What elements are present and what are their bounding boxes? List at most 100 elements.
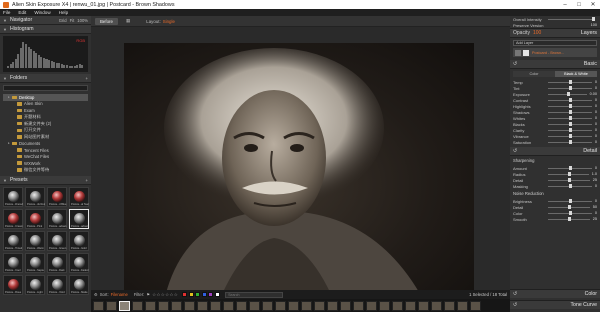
filmstrip-thumbnail[interactable] xyxy=(119,300,130,311)
filmstrip-thumbnail[interactable] xyxy=(444,300,455,311)
adjustment-value[interactable]: 50 xyxy=(593,205,597,209)
settings-icon[interactable]: ⚙ xyxy=(94,292,98,297)
navigator-fit[interactable]: Fit xyxy=(70,18,75,23)
slider-handle[interactable] xyxy=(569,116,573,120)
filmstrip-thumbnail[interactable] xyxy=(93,300,104,311)
collapse-triangle-icon[interactable]: ▼ xyxy=(3,76,7,81)
navigator-header[interactable]: ▼ Navigator Grid Fit 100% xyxy=(0,16,91,25)
preserve-version-row[interactable]: Preserve Version 100 xyxy=(510,22,600,28)
filmstrip-thumbnail[interactable] xyxy=(275,300,286,311)
filmstrip-thumbnail[interactable] xyxy=(405,300,416,311)
filmstrip-thumbnail[interactable] xyxy=(301,300,312,311)
preset-thumbnail[interactable]: Postca...Cream xyxy=(3,209,23,230)
adjustment-value[interactable]: 0 xyxy=(595,110,597,114)
preset-thumbnail[interactable]: Postca...adows xyxy=(47,209,67,230)
preset-thumbnail[interactable]: Postca...Dark xyxy=(47,253,67,274)
preset-thumbnail[interactable]: Postca...Pink xyxy=(25,209,45,230)
filmstrip-thumbnail[interactable] xyxy=(262,300,273,311)
folder-item[interactable]: 开题材料 xyxy=(3,114,88,121)
preset-thumbnail[interactable]: Postca...al Teal xyxy=(69,187,89,208)
tab-color[interactable]: Color xyxy=(513,71,555,77)
slider-handle[interactable] xyxy=(569,184,573,188)
slider-handle[interactable] xyxy=(568,205,572,209)
color-label-chip[interactable] xyxy=(188,292,194,297)
adjustment-slider[interactable] xyxy=(548,205,590,209)
preset-thumbnail[interactable]: Postca...Gold xyxy=(69,231,89,252)
preset-thumbnail[interactable]: Postca...Tinted xyxy=(3,231,23,252)
preset-thumbnail[interactable]: Postca...Vivid xyxy=(47,275,67,296)
adjustment-value[interactable]: 0 xyxy=(595,140,597,144)
adjustment-value[interactable]: 0 xyxy=(595,166,597,170)
slider-handle[interactable] xyxy=(568,178,572,182)
adjustment-value[interactable]: 0 xyxy=(595,199,597,203)
histogram-header[interactable]: ▼ Histogram xyxy=(0,25,91,34)
layers-header[interactable]: Opacity 100 Layers xyxy=(510,29,600,38)
slider-handle[interactable] xyxy=(569,166,573,170)
preset-thumbnail[interactable]: Postca...ds Red xyxy=(25,187,45,208)
reset-icon[interactable]: ↺ xyxy=(513,291,517,297)
layer-mask[interactable] xyxy=(523,49,529,56)
filmstrip-search-input[interactable]: Search xyxy=(225,291,284,298)
color-label-chip[interactable] xyxy=(214,292,220,297)
color-label-chip[interactable] xyxy=(201,292,207,297)
preset-thumbnail[interactable]: Postca...adows xyxy=(69,209,89,230)
adjustment-slider[interactable] xyxy=(548,178,590,182)
slider-handle[interactable] xyxy=(566,92,570,96)
folder-item[interactable]: Tencent Files xyxy=(3,147,88,154)
adjustment-value[interactable]: 0.00 xyxy=(590,92,597,96)
slider-handle[interactable] xyxy=(569,98,573,102)
add-folder-icon[interactable]: + xyxy=(86,76,88,81)
filmstrip-thumbnail[interactable] xyxy=(223,300,234,311)
adjustment-value[interactable]: 25 xyxy=(593,178,597,182)
adjustment-slider[interactable] xyxy=(548,122,592,126)
folder-item[interactable]: ▸ Desktop xyxy=(3,94,88,101)
adjustment-slider[interactable] xyxy=(548,116,592,120)
filmstrip-thumbnail[interactable] xyxy=(314,300,325,311)
adjustment-slider[interactable] xyxy=(548,217,590,221)
adjustment-value[interactable]: 0 xyxy=(595,134,597,138)
filmstrip-thumbnail[interactable] xyxy=(236,300,247,311)
menu-edit[interactable]: Edit xyxy=(18,10,26,15)
adjustment-value[interactable]: 0 xyxy=(595,86,597,90)
folder-item[interactable]: Alien Skin xyxy=(3,101,88,108)
collapse-triangle-icon[interactable]: ▼ xyxy=(3,178,7,183)
collapse-triangle-icon[interactable]: ▼ xyxy=(3,27,7,32)
filmstrip-thumbnail[interactable] xyxy=(288,300,299,311)
folder-item[interactable]: 微信文件等待 xyxy=(3,167,88,174)
before-button[interactable]: Before xyxy=(95,17,118,25)
preset-thumbnail[interactable]: Postca...d Blue xyxy=(47,187,67,208)
preset-thumbnail[interactable]: Postca...Green xyxy=(47,231,67,252)
slider-handle[interactable] xyxy=(569,199,573,203)
reset-icon[interactable]: ↺ xyxy=(513,148,517,154)
slider-handle[interactable] xyxy=(569,211,573,215)
filmstrip-thumbnail[interactable] xyxy=(210,300,221,311)
adjustment-slider[interactable] xyxy=(548,104,592,108)
folder-item[interactable]: 打开文件 xyxy=(3,127,88,134)
presets-header[interactable]: ▼ Presets + xyxy=(0,176,91,186)
preset-thumbnail[interactable]: Postca...Cool xyxy=(3,253,23,274)
slider-handle[interactable] xyxy=(569,86,573,90)
folders-header[interactable]: ▼ Folders + xyxy=(0,74,91,83)
folder-item[interactable]: 网站图片素材 xyxy=(3,134,88,141)
add-layer-button[interactable]: Add Layer xyxy=(513,40,597,46)
filmstrip-thumbnail[interactable] xyxy=(366,300,377,311)
filmstrip-thumbnail[interactable] xyxy=(249,300,260,311)
adjustment-slider[interactable] xyxy=(548,80,592,84)
adjustment-slider[interactable] xyxy=(548,172,589,176)
slider-handle[interactable] xyxy=(569,140,573,144)
adjustment-slider[interactable] xyxy=(548,199,592,203)
main-photo[interactable] xyxy=(124,43,474,301)
adjustment-slider[interactable] xyxy=(548,98,592,102)
filmstrip-thumbnail[interactable] xyxy=(470,300,481,311)
adjustment-value[interactable]: 0 xyxy=(595,98,597,102)
preset-thumbnail[interactable]: Postca...Warm xyxy=(25,231,45,252)
preset-thumbnail[interactable]: Postca...Sepia xyxy=(25,253,45,274)
minimize-button[interactable]: – xyxy=(558,2,572,8)
sort-select[interactable]: Filename xyxy=(111,292,128,297)
folder-search-input[interactable] xyxy=(3,85,88,91)
color-label-chip[interactable] xyxy=(182,292,188,297)
filmstrip-thumbnail[interactable] xyxy=(379,300,390,311)
layout-select[interactable]: Single xyxy=(163,19,175,24)
adjustment-slider[interactable] xyxy=(548,140,592,144)
slider-handle[interactable] xyxy=(569,134,573,138)
